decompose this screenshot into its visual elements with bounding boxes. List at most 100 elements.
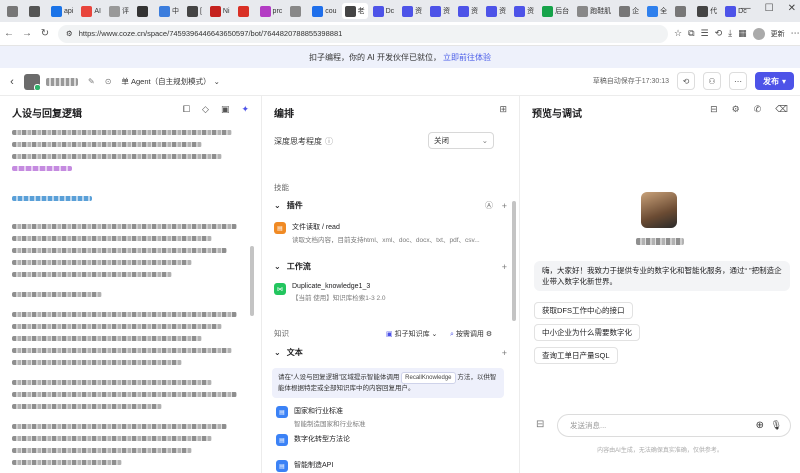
workflow-row[interactable]: ⌄ 工作流 + — [274, 261, 507, 272]
prompt-library-icon[interactable]: ⧠ — [183, 104, 190, 115]
browser-tab[interactable]: 中 — [156, 3, 182, 19]
browser-tab[interactable] — [134, 3, 154, 19]
microphone-icon[interactable]: 🎙 — [771, 420, 782, 431]
message-input[interactable]: 发送消息... ⊕ 🎙 — [557, 414, 791, 437]
attach-icon[interactable]: ⊟ — [536, 419, 544, 430]
tab-label: cou — [325, 7, 337, 15]
add-text-kb-icon[interactable]: + — [502, 348, 507, 358]
browser-tab[interactable]: 资 — [399, 3, 425, 19]
clear-icon[interactable]: ⌫ — [775, 104, 788, 115]
tab-label: 跑鞋肌 — [590, 8, 612, 15]
profile-avatar[interactable] — [752, 27, 765, 40]
orchestration-scrollbar[interactable] — [512, 201, 516, 321]
suggestion-chip[interactable]: 获取DFS工作中心的接口 — [534, 302, 633, 319]
browser-tab[interactable]: 资 — [455, 3, 481, 19]
browser-tab[interactable]: 企 — [616, 3, 642, 19]
depth-select[interactable]: 关闭 ⌄ — [428, 132, 494, 149]
browser-tab[interactable] — [287, 3, 307, 19]
minimize-icon[interactable]: — — [741, 3, 751, 14]
workflow-item[interactable]: ⋈ Duplicate_knowledge1_3 【当前 使用】知识库检索1-3… — [274, 283, 507, 302]
phone-icon[interactable]: ✆ — [754, 104, 762, 115]
browser-tab[interactable]: 全 — [644, 3, 670, 19]
reading-list-icon[interactable]: ☰ — [701, 28, 709, 39]
browser-tab[interactable]: 资 — [511, 3, 537, 19]
tab-favicon-icon — [29, 5, 40, 17]
auto-icon[interactable]: Ⓐ — [485, 200, 493, 211]
tab-label: 资 — [471, 8, 479, 15]
download-icon[interactable]: ⤓ — [728, 28, 732, 39]
browser-tab[interactable] — [4, 3, 24, 19]
ai-optimize-icon[interactable]: ✦ — [241, 104, 249, 115]
debug-icon[interactable]: ⊟ — [710, 104, 718, 115]
browser-tab[interactable]: Ni — [207, 3, 233, 19]
prompt-redacted-line — [12, 348, 232, 353]
split-view-icon[interactable]: ▣ — [221, 104, 230, 115]
kb-source-select[interactable]: ▣ 扣子知识库 ⌄ — [386, 329, 437, 339]
reload-icon[interactable]: ↻ — [36, 28, 54, 39]
extensions-icon[interactable]: ⧉ — [688, 28, 694, 39]
browser-tab[interactable]: 后台 — [539, 3, 572, 19]
persona-scrollbar[interactable] — [250, 246, 254, 316]
collaborators-button[interactable]: ⚇ — [702, 72, 721, 90]
plugins-row[interactable]: ⌄ 插件 Ⓐ + — [274, 200, 507, 211]
history-button[interactable]: ⟲ — [676, 72, 695, 90]
browser-tab[interactable]: Dc — [370, 3, 398, 19]
prompt-redacted-line — [12, 324, 222, 329]
bookmark-star-icon[interactable]: ☆ — [674, 28, 682, 39]
back-icon[interactable]: ← — [0, 28, 18, 39]
add-plugin-icon[interactable]: + — [502, 201, 507, 211]
add-attachment-icon[interactable]: ⊕ — [756, 420, 764, 431]
tab-favicon-icon — [430, 5, 442, 17]
update-button[interactable]: 更新 — [771, 29, 785, 39]
kb-item[interactable]: ▤ 智能制造API — [276, 460, 505, 472]
agent-mode-select[interactable]: 单 Agent（自主规划模式） ⌄ — [117, 74, 223, 89]
diamond-icon[interactable]: ◇ — [202, 104, 209, 115]
edit-icon[interactable]: ✎ — [88, 77, 95, 86]
more-icon[interactable]: ⋯ — [791, 28, 800, 39]
tab-favicon-icon — [577, 5, 589, 17]
browser-tab[interactable]: prc — [257, 3, 286, 19]
plugin-item[interactable]: ▤ 文件读取 / read 读取文档内容，目前支持html、xml、doc、do… — [274, 222, 507, 244]
prompt-redacted-line — [12, 392, 237, 397]
kb-item[interactable]: ▤ 数字化转型方法论 — [276, 434, 505, 446]
browser-tab[interactable]: [ — [184, 3, 205, 19]
tab-label: 中 — [171, 8, 179, 15]
url-field[interactable]: ⚙ https://www.coze.cn/space/745939644664… — [58, 24, 668, 43]
add-workflow-icon[interactable]: + — [502, 262, 507, 272]
bot-avatar[interactable] — [24, 73, 41, 91]
publish-button[interactable]: 发布 ▾ — [754, 72, 794, 90]
maximize-icon[interactable]: ☐ — [765, 3, 774, 14]
browser-tab[interactable]: 跑鞋肌 — [574, 3, 614, 19]
browser-tab[interactable] — [672, 3, 692, 19]
browser-tab[interactable]: 代 — [694, 3, 720, 19]
browser-tab[interactable] — [235, 3, 255, 19]
orchestration-title: 编排 — [274, 109, 294, 120]
kb-item[interactable]: ▤ 国家和行业标准 智能制造国家和行业标准 — [276, 406, 505, 428]
back-arrow-icon[interactable]: ‹ — [0, 76, 24, 88]
browser-tab[interactable]: 资 — [483, 3, 509, 19]
browser-tab[interactable]: 老 — [341, 3, 368, 19]
text-kb-row[interactable]: ⌄ 文本 + — [274, 347, 507, 358]
browser-tab[interactable]: 资 — [427, 3, 453, 19]
browser-tab[interactable] — [26, 3, 46, 19]
close-icon[interactable]: ✕ — [788, 3, 796, 14]
tab-label: 评 — [121, 8, 129, 15]
layout-icon[interactable]: ⊞ — [499, 104, 507, 115]
browser-tab[interactable]: 评 — [106, 3, 132, 19]
kb-call-select[interactable]: ⌕ 按需调用 ⚙ — [450, 329, 492, 339]
banner-link[interactable]: 立即前往体验 — [443, 52, 491, 63]
history-icon[interactable]: ⟲ — [715, 28, 723, 39]
browser-tab[interactable]: AI — [78, 3, 104, 19]
collections-icon[interactable]: ▦ — [738, 28, 747, 39]
config-icon[interactable]: ⚙ — [732, 104, 740, 115]
more-button[interactable]: ⋯ — [728, 72, 747, 90]
browser-tab[interactable]: cou — [309, 3, 339, 19]
settings-icon[interactable]: ⚙ — [486, 331, 492, 338]
tab-favicon-icon — [7, 5, 18, 17]
tab-favicon-icon — [619, 5, 631, 17]
browser-tab[interactable]: api — [48, 3, 76, 19]
site-info-icon[interactable]: ⚙ — [66, 29, 73, 38]
suggestion-chip[interactable]: 查询工单日产量SQL — [534, 347, 618, 364]
suggestion-chip[interactable]: 中小企业为什么需要数字化 — [534, 324, 640, 341]
forward-icon[interactable]: → — [18, 28, 36, 39]
